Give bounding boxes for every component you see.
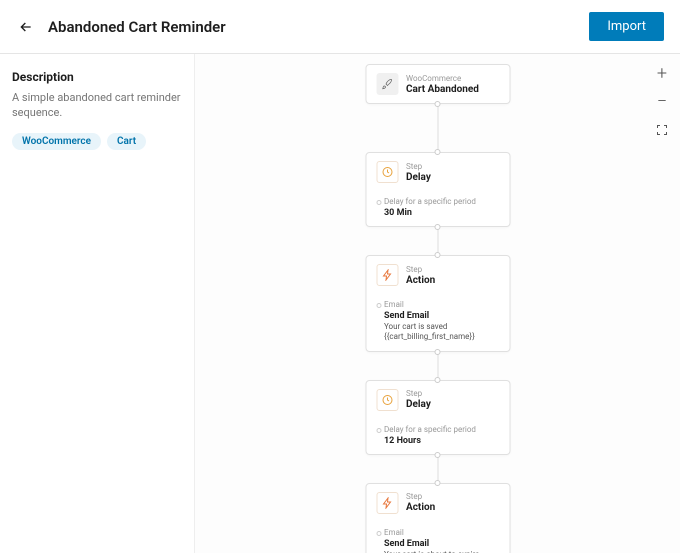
step-title: Delay [406, 172, 431, 183]
node-labels: WooCommerce Cart Abandoned [406, 74, 479, 95]
canvas-controls: + − [654, 66, 670, 138]
action-node-2[interactable]: Step Action Email Send Email Your cart i… [365, 483, 510, 553]
node-header: Step Action [376, 492, 499, 514]
sidebar: Description A simple abandoned cart remi… [0, 54, 195, 553]
clock-icon [376, 389, 398, 411]
trigger-node[interactable]: WooCommerce Cart Abandoned [365, 64, 510, 104]
delay-node-1[interactable]: Step Delay Delay for a specific period 3… [365, 152, 510, 227]
header-left: Abandoned Cart Reminder [16, 17, 226, 37]
step-type: Step [406, 265, 435, 274]
zoom-out-button[interactable]: − [654, 94, 670, 110]
body-label: Email [376, 300, 499, 309]
trigger-type: WooCommerce [406, 74, 479, 83]
arrow-left-icon [18, 19, 34, 35]
node-labels: Step Action [406, 492, 435, 513]
body-title: 30 Min [376, 208, 499, 218]
connector [437, 352, 438, 380]
tag-cart[interactable]: Cart [107, 133, 146, 150]
node-header: Step Action [376, 264, 499, 286]
back-button[interactable] [16, 17, 36, 37]
tag-list: WooCommerce Cart [12, 133, 182, 150]
import-button[interactable]: Import [589, 12, 664, 41]
body-label: Email [376, 528, 499, 537]
node-labels: Step Action [406, 265, 435, 286]
step-type: Step [406, 492, 435, 501]
step-title: Action [406, 275, 435, 286]
node-body: Delay for a specific period 12 Hours [376, 419, 499, 446]
node-body: Email Send Email Your cart is about to e… [376, 522, 499, 553]
action-node-1[interactable]: Step Action Email Send Email Your cart i… [365, 255, 510, 352]
page-title: Abandoned Cart Reminder [48, 18, 226, 36]
body-title: Send Email [376, 539, 499, 549]
node-header: Step Delay [376, 389, 499, 411]
step-title: Action [406, 502, 435, 513]
bolt-icon [376, 264, 398, 286]
node-body: Email Send Email Your cart is saved {{ca… [376, 294, 499, 343]
clock-icon [376, 161, 398, 183]
body-label: Delay for a specific period [376, 197, 499, 206]
node-labels: Step Delay [406, 389, 431, 410]
zoom-in-button[interactable]: + [654, 66, 670, 82]
body-label: Delay for a specific period [376, 425, 499, 434]
body-title: Send Email [376, 311, 499, 321]
expand-icon [656, 124, 668, 136]
main: Description A simple abandoned cart remi… [0, 54, 680, 553]
connector [437, 227, 438, 255]
description-heading: Description [12, 70, 182, 84]
node-header: Step Delay [376, 161, 499, 183]
header: Abandoned Cart Reminder Import [0, 0, 680, 54]
flow-container: WooCommerce Cart Abandoned Step Delay [365, 64, 510, 553]
fullscreen-button[interactable] [654, 122, 670, 138]
step-type: Step [406, 389, 431, 398]
flow-canvas[interactable]: + − WooCommerce Cart Abandoned [195, 54, 680, 553]
rocket-icon [376, 73, 398, 95]
connector [437, 455, 438, 483]
description-text: A simple abandoned cart reminder sequenc… [12, 90, 182, 121]
node-body: Delay for a specific period 30 Min [376, 191, 499, 218]
connector [437, 104, 438, 152]
node-header: WooCommerce Cart Abandoned [376, 73, 499, 95]
tag-woocommerce[interactable]: WooCommerce [12, 133, 101, 150]
body-sub: Your cart is saved {{cart_billing_first_… [376, 322, 499, 343]
bolt-icon [376, 492, 398, 514]
step-type: Step [406, 162, 431, 171]
step-title: Delay [406, 399, 431, 410]
delay-node-2[interactable]: Step Delay Delay for a specific period 1… [365, 380, 510, 455]
trigger-title: Cart Abandoned [406, 84, 479, 95]
node-labels: Step Delay [406, 162, 431, 183]
body-title: 12 Hours [376, 436, 499, 446]
